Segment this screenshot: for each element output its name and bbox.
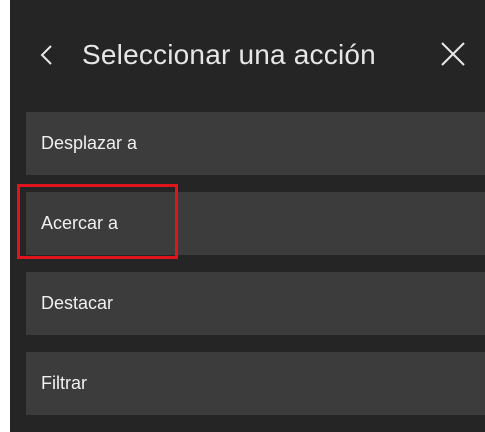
- action-item-desplazar-a[interactable]: Desplazar a: [26, 112, 485, 175]
- action-item-destacar[interactable]: Destacar: [26, 272, 485, 335]
- action-item-label: Filtrar: [41, 373, 87, 393]
- action-item-label: Desplazar a: [41, 133, 138, 153]
- action-item-filtrar[interactable]: Filtrar: [26, 352, 485, 415]
- back-button[interactable]: [36, 40, 58, 70]
- panel-header: Seleccionar una acción: [10, 0, 485, 108]
- chevron-left-icon: [36, 40, 58, 70]
- close-button[interactable]: [438, 39, 468, 69]
- action-item-label: Acercar a: [41, 213, 119, 233]
- action-item-label: Destacar: [41, 293, 114, 313]
- panel-title: Seleccionar una acción: [82, 39, 376, 70]
- action-item-acercar-a[interactable]: Acercar a: [26, 192, 485, 255]
- action-panel: Seleccionar una acción Desplazar a Acerc…: [10, 0, 485, 432]
- close-icon: [438, 39, 468, 69]
